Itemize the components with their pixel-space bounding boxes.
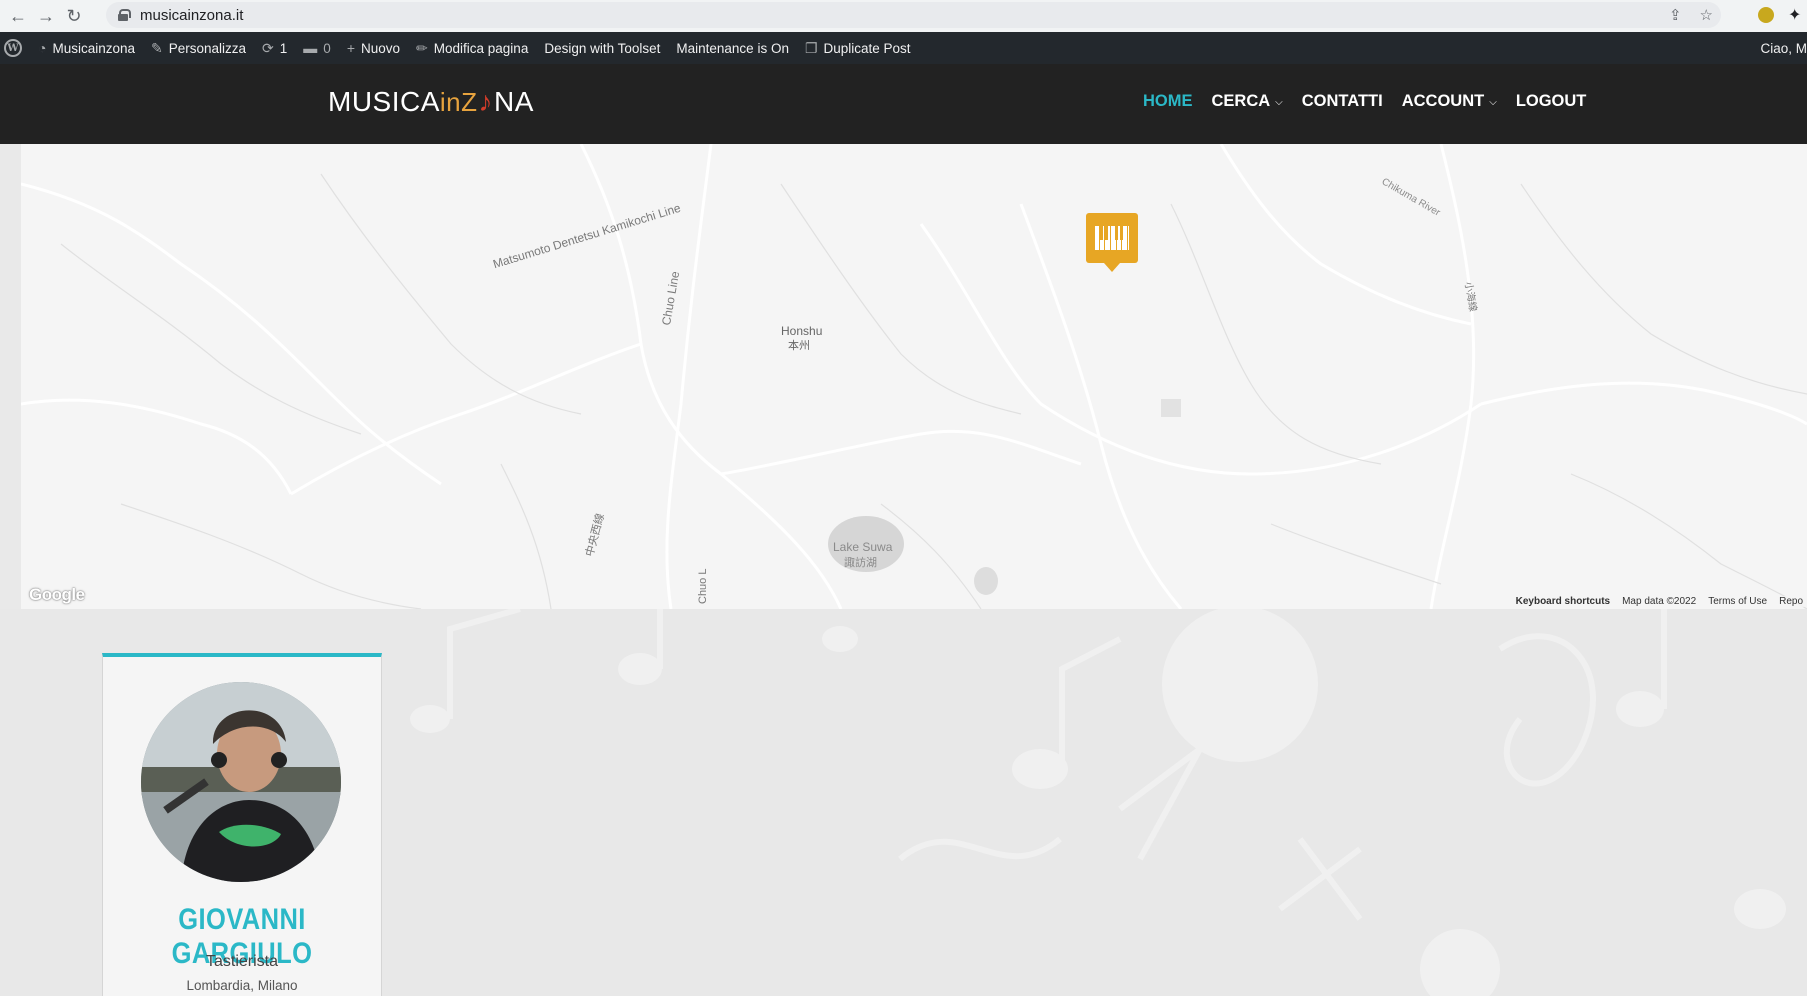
nav-contatti[interactable]: CONTATTI [1302,92,1383,111]
new-label: Nuovo [361,40,401,56]
map-terrain [21,144,1807,609]
profile-role: Tastierista [205,953,279,970]
customize-label: Personalizza [168,40,247,56]
site-name-label: Musicainzona [52,40,136,56]
adminbar-comments[interactable]: ▬ 0 [295,32,339,64]
maintenance-label: Maintenance is On [676,40,789,56]
report-link[interactable]: Repo [1779,596,1803,607]
google-map[interactable]: Matsumoto Dentetsu Kamikochi Line Chuo L… [21,144,1807,609]
toolset-label: Design with Toolset [544,40,661,56]
pencil-icon: ✏ [416,39,428,56]
greeting-label: Ciao, M [1760,40,1807,56]
reload-icon[interactable]: ↻ [60,2,88,30]
forward-icon[interactable]: → [32,2,60,30]
music-note-icon: ♪ [478,86,494,117]
brush-icon: ✎ [151,39,163,56]
chevron-down-icon: ⌵ [1489,97,1497,108]
url-text: musicainzona.it [140,6,244,24]
logo-prefix: MUSICA [328,86,440,117]
avatar-image [141,682,341,882]
star-icon[interactable]: ☆ [1700,6,1713,24]
map-label-honshu: Honshu [781,324,823,338]
profile-location: Lombardia, Milano [186,978,298,993]
adminbar-toolset[interactable]: Design with Toolset [536,32,668,64]
google-logo[interactable]: Google [29,585,85,605]
chevron-down-icon: ⌵ [1275,97,1283,108]
nav-account-label: ACCOUNT [1401,92,1485,110]
back-icon[interactable]: ← [4,2,32,30]
profile-avatar[interactable] [1758,7,1774,23]
wordpress-logo-icon[interactable]: W [0,32,30,64]
comments-count: 0 [323,40,331,56]
map-label-lake-jp: 諏訪湖 [844,556,877,569]
wp-admin-bar: W ◔ Musicainzona ✎ Personalizza ⟳ 1 ▬ 0 … [0,32,1807,64]
comment-icon: ▬ [303,40,318,56]
edit-page-label: Modifica pagina [433,40,529,56]
adminbar-account[interactable]: Ciao, M [1760,32,1807,64]
adminbar-site-name[interactable]: ◔ Musicainzona [30,32,143,64]
logo-suffix: NA [494,86,534,117]
address-bar[interactable]: musicainzona.it ⇪ ☆ [106,2,1721,28]
nav-cerca[interactable]: CERCA ⌵ [1212,92,1283,111]
adminbar-edit-page[interactable]: ✏ Modifica pagina [408,32,536,64]
map-label-honshu-jp: 本州 [788,339,810,352]
nav-logout[interactable]: LOGOUT [1516,92,1587,111]
nav-home-label: HOME [1143,92,1193,110]
map-label-chuo-v: Chuo L [697,568,709,604]
terms-link[interactable]: Terms of Use [1708,596,1767,607]
adminbar-new[interactable]: + Nuovo [339,32,408,64]
main-nav: HOME CERCA ⌵ CONTATTI ACCOUNT ⌵ LOGOUT [1143,92,1586,111]
map-attribution: Keyboard shortcuts Map data ©2022 Terms … [1511,596,1807,607]
nav-account[interactable]: ACCOUNT ⌵ [1402,92,1497,111]
logo-in: inZ [439,87,478,117]
profile-avatar-photo [141,682,341,882]
piano-keys-icon [1095,226,1129,250]
share-icon[interactable]: ⇪ [1669,6,1682,24]
nav-logout-label: LOGOUT [1515,92,1587,110]
browser-toolbar: ← → ↻ musicainzona.it ⇪ ☆ ✦ [0,0,1807,32]
nav-contatti-label: CONTATTI [1301,92,1383,110]
nav-cerca-label: CERCA [1211,92,1271,110]
duplicate-label: Duplicate Post [823,40,911,56]
map-marker[interactable] [1086,213,1138,272]
extensions-icon[interactable]: ✦ [1788,5,1801,25]
duplicate-icon: ❐ [804,39,818,56]
adminbar-duplicate[interactable]: ❐ Duplicate Post [797,32,919,64]
profile-card[interactable]: GIOVANNI GARGIULO Tastierista Lombardia,… [102,653,382,996]
adminbar-maintenance[interactable]: Maintenance is On [668,32,797,64]
adminbar-updates[interactable]: ⟳ 1 [254,32,295,64]
keyboard-shortcuts-link[interactable]: Keyboard shortcuts [1516,596,1610,607]
dashboard-icon: ◔ [38,40,47,56]
plus-icon: + [346,40,355,56]
page-background [0,144,21,609]
adminbar-customize[interactable]: ✎ Personalizza [143,32,254,64]
site-logo[interactable]: MUSICA inZ ♪ NA [328,86,534,118]
map-label-lake: Lake Suwa [833,540,893,554]
site-header: MUSICA inZ ♪ NA HOME CERCA ⌵ CONTATTI ACCOUN… [0,64,1807,144]
nav-home[interactable]: HOME [1143,92,1193,111]
updates-icon: ⟳ [262,39,274,56]
lock-icon [118,9,131,21]
map-data-label: Map data ©2022 [1622,596,1697,607]
updates-count: 1 [279,40,288,56]
